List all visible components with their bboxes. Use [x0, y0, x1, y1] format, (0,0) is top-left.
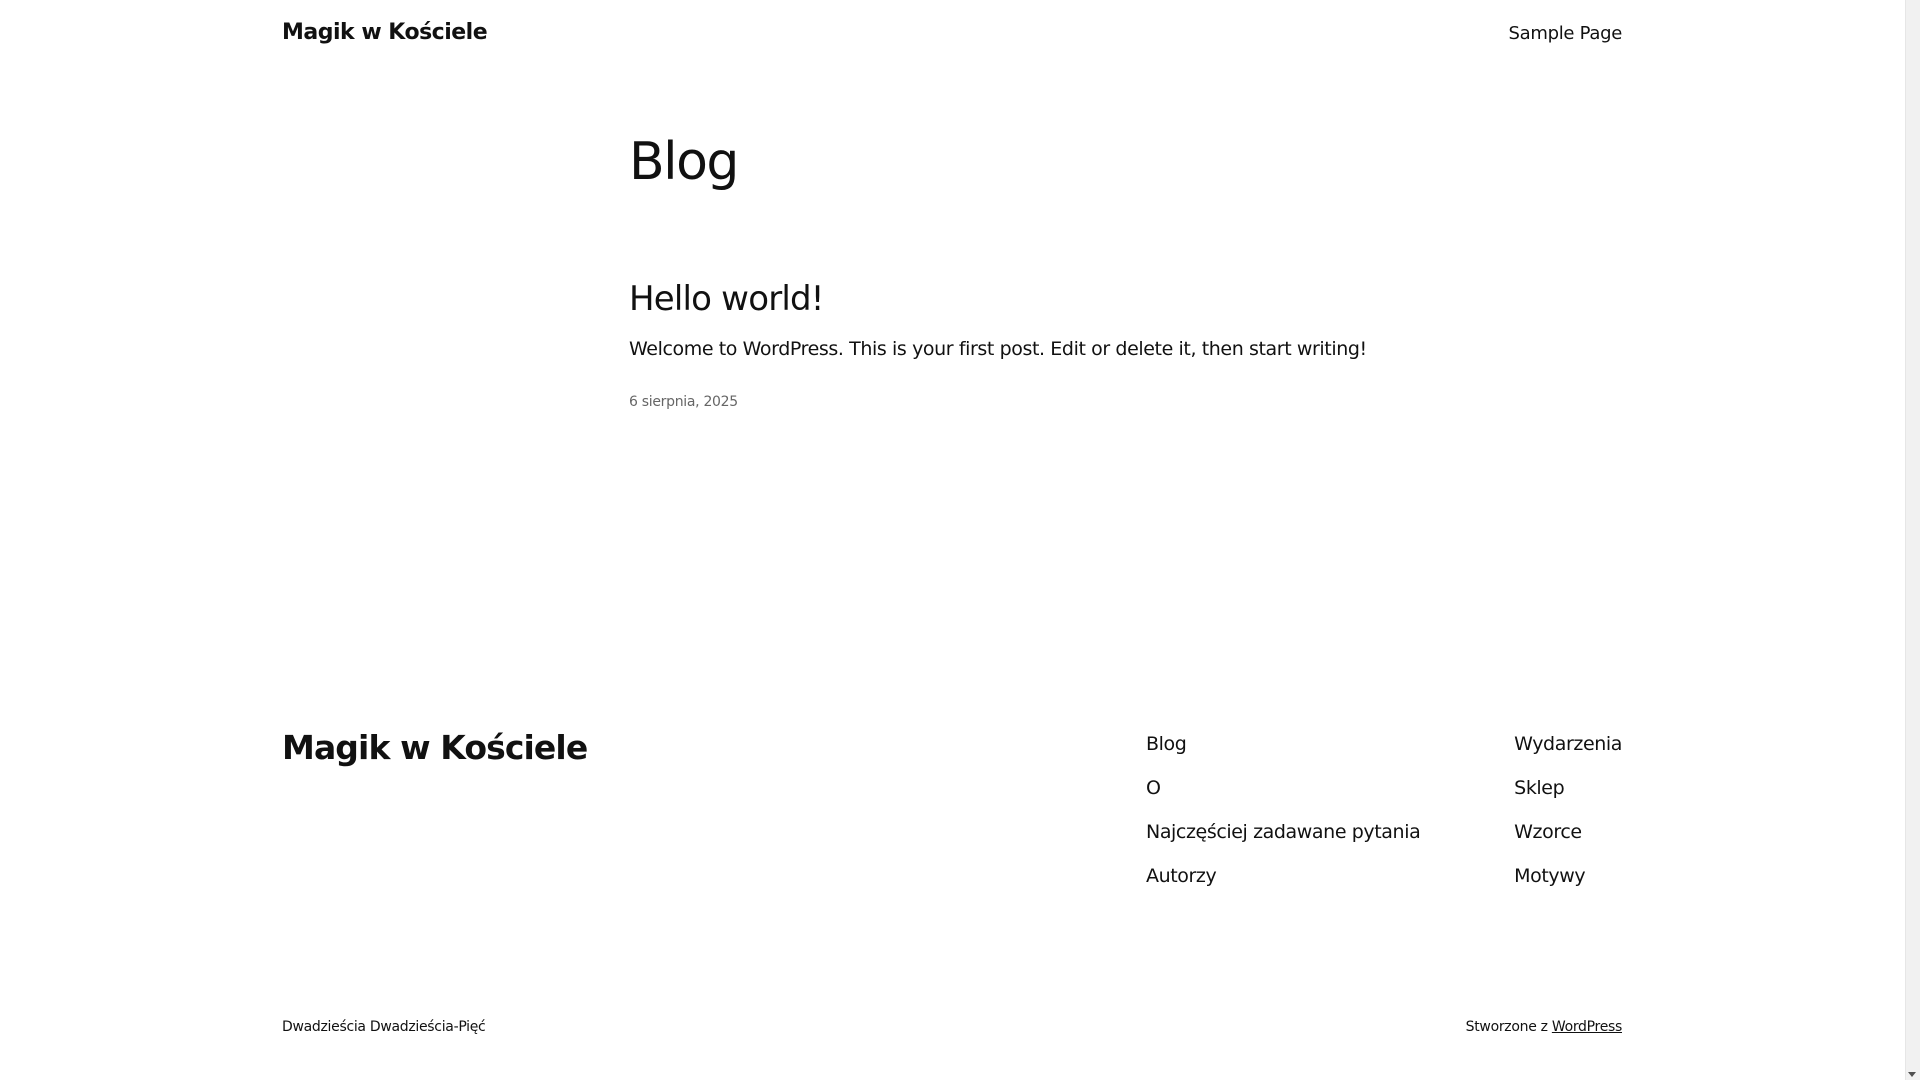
footer-link-authors[interactable]: Autorzy: [1146, 863, 1420, 907]
footer-nav-column-1: Blog O Najczęściej zadawane pytania Auto…: [1146, 731, 1421, 907]
page-title: Blog: [629, 132, 739, 192]
page: Magik w Kościele Sample Page Blog Hello …: [0, 0, 1905, 1080]
footer-link-about[interactable]: O: [1146, 775, 1420, 819]
theme-credit: Dwadzieścia Dwadzieścia-Pięć: [282, 1019, 486, 1035]
post-excerpt: Welcome to WordPress. This is your first…: [629, 338, 1367, 360]
post-title-link[interactable]: Hello world!: [629, 279, 824, 320]
header-nav: Sample Page: [1509, 23, 1623, 44]
footer-nav-column-2: Wydarzenia Sklep Wzorce Motywy: [1514, 731, 1622, 907]
footer-link-themes[interactable]: Motywy: [1514, 863, 1586, 907]
footer-link-shop[interactable]: Sklep: [1514, 775, 1564, 819]
footer-link-patterns[interactable]: Wzorce: [1514, 819, 1582, 863]
powered-by: Stworzone z WordPress: [1465, 1019, 1623, 1035]
nav-item-sample-page[interactable]: Sample Page: [1509, 23, 1623, 44]
footer-link-blog[interactable]: Blog: [1146, 731, 1420, 775]
footer-link-faq[interactable]: Najczęściej zadawane pytania: [1146, 819, 1421, 863]
footer-site-title-link[interactable]: Magik w Kościele: [282, 728, 588, 767]
scroll-down-arrow-icon[interactable]: [1908, 1072, 1916, 1077]
footer-link-events[interactable]: Wydarzenia: [1514, 731, 1622, 775]
site-title-link[interactable]: Magik w Kościele: [282, 20, 488, 45]
vertical-scrollbar[interactable]: [1905, 0, 1920, 1080]
post-date-link[interactable]: 6 sierpnia, 2025: [629, 394, 738, 410]
powered-by-prefix: Stworzone z: [1465, 1019, 1548, 1035]
wordpress-link[interactable]: WordPress: [1552, 1019, 1622, 1035]
